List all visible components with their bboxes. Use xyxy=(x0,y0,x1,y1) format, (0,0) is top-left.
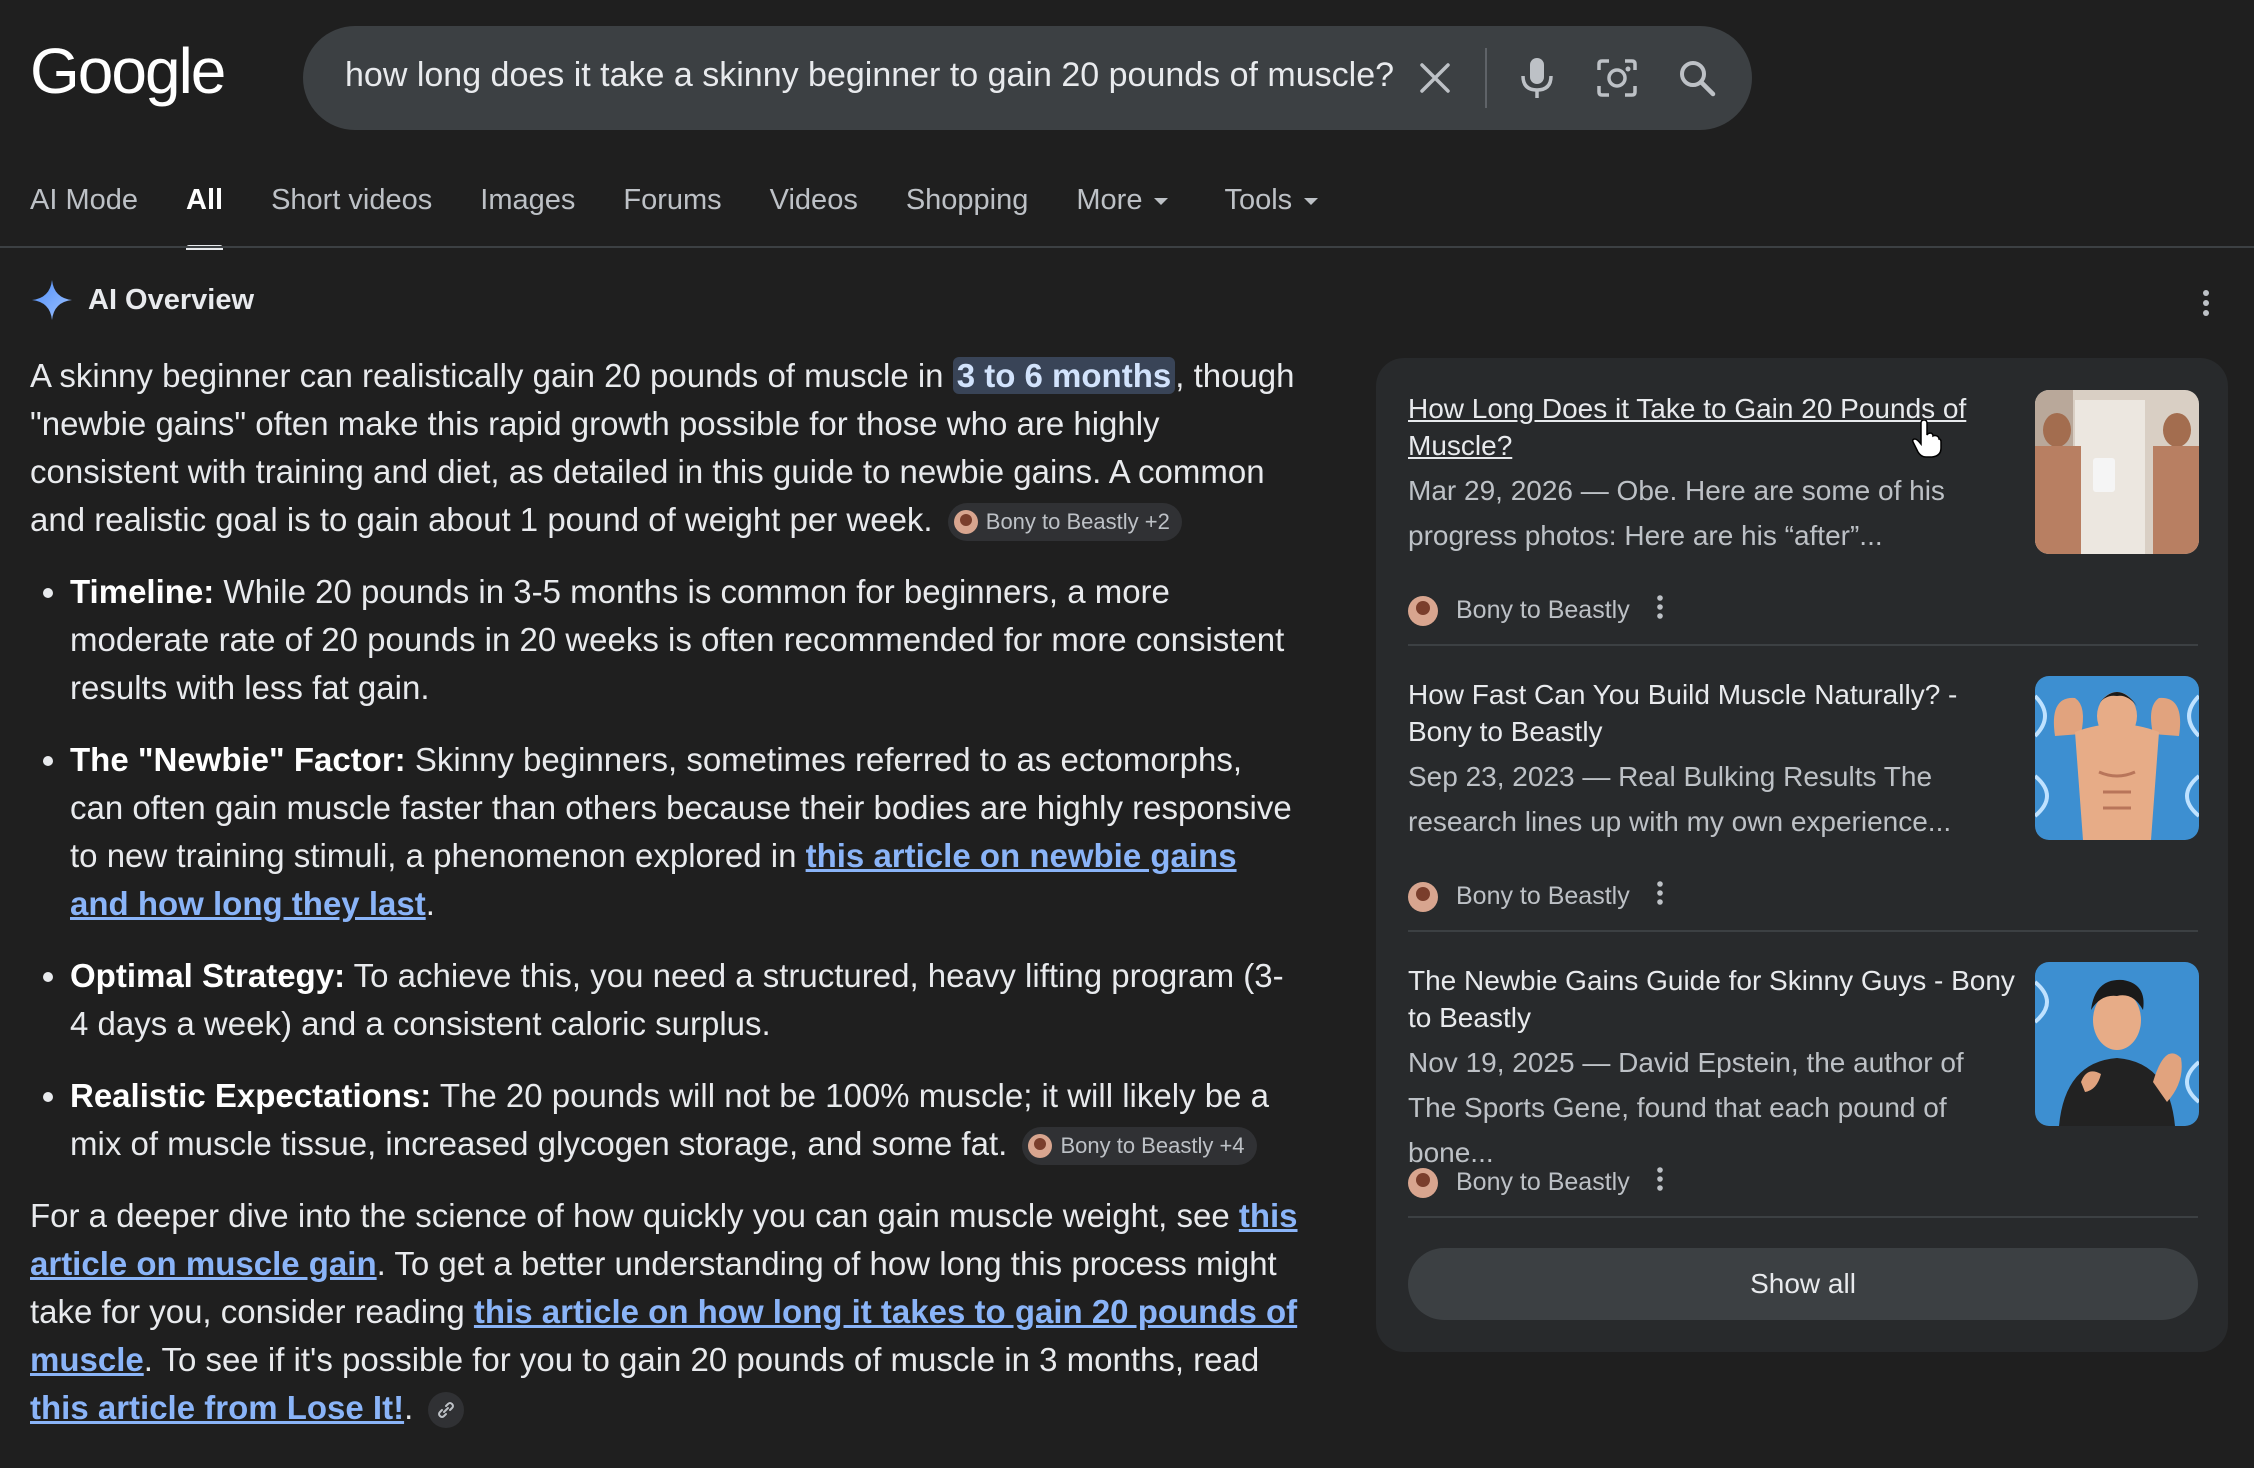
link-icon[interactable] xyxy=(428,1392,465,1429)
list-item: The "Newbie" Factor: Skinny beginners, s… xyxy=(70,736,1300,928)
more-options-icon[interactable] xyxy=(1656,594,1664,627)
source-thumbnail[interactable] xyxy=(2035,390,2199,554)
chevron-down-icon xyxy=(1304,198,1319,205)
tab-forums[interactable]: Forums xyxy=(623,184,721,248)
sources-panel: How Long Does it Take to Gain 20 Pounds … xyxy=(1376,358,2228,1352)
search-input[interactable]: how long does it take a skinny beginner … xyxy=(345,56,1394,95)
source-snippet: Sep 23, 2023 — Real Bulking Results The … xyxy=(1408,761,1952,837)
ai-overview-closing: For a deeper dive into the science of ho… xyxy=(30,1192,1300,1432)
ai-overview-title: AI Overview xyxy=(88,283,255,316)
list-item: Realistic Expectations: The 20 pounds wi… xyxy=(70,1072,1300,1168)
tab-tools[interactable]: Tools xyxy=(1224,184,1319,248)
source-snippet: Mar 29, 2026 — Obe. Here are some of his… xyxy=(1408,475,1945,551)
tab-images[interactable]: Images xyxy=(480,184,575,248)
search-tabs: AI Mode All Short videos Images Forums V… xyxy=(30,184,1366,250)
source-card[interactable]: How Fast Can You Build Muscle Naturally?… xyxy=(1408,676,2199,912)
ai-overview-intro: A skinny beginner can realistically gain… xyxy=(30,352,1300,544)
source-title[interactable]: How Fast Can You Build Muscle Naturally?… xyxy=(1408,676,2018,750)
source-thumbnail[interactable] xyxy=(2035,676,2199,840)
list-item: Optimal Strategy: To achieve this, you n… xyxy=(70,952,1300,1048)
tab-ai-mode[interactable]: AI Mode xyxy=(30,184,138,248)
search-icon[interactable] xyxy=(1671,52,1723,104)
divider xyxy=(1408,1216,2198,1218)
divider xyxy=(1408,644,2198,646)
tabs-divider xyxy=(0,246,2254,248)
more-options-icon[interactable] xyxy=(1656,1166,1664,1199)
lens-icon[interactable] xyxy=(1591,52,1643,104)
divider xyxy=(1408,930,2198,932)
more-options-icon[interactable] xyxy=(2200,288,2212,323)
lose-it-link[interactable]: this article from Lose It! xyxy=(30,1389,404,1426)
google-logo[interactable]: Google xyxy=(30,34,226,108)
source-chip[interactable]: Bony to Beastly +4 xyxy=(1022,1127,1257,1166)
highlighted-answer: 3 to 6 months xyxy=(952,357,1176,394)
tab-more[interactable]: More xyxy=(1076,184,1169,248)
source-thumbnail[interactable] xyxy=(2035,962,2199,1126)
list-item: Timeline: While 20 pounds in 3-5 months … xyxy=(70,568,1300,712)
source-site: Bony to Beastly xyxy=(1408,594,1664,627)
avatar xyxy=(1408,595,1438,626)
more-options-icon[interactable] xyxy=(1656,880,1664,913)
show-all-button[interactable]: Show all xyxy=(1408,1248,2198,1320)
chevron-down-icon xyxy=(1154,198,1169,205)
source-site: Bony to Beastly xyxy=(1408,1166,1664,1199)
source-site: Bony to Beastly xyxy=(1408,880,1664,913)
close-icon[interactable] xyxy=(1409,52,1461,104)
source-card[interactable]: How Long Does it Take to Gain 20 Pounds … xyxy=(1408,390,2199,626)
search-divider xyxy=(1485,48,1487,108)
tab-videos[interactable]: Videos xyxy=(770,184,858,248)
ai-overview-header: AI Overview xyxy=(30,278,254,322)
source-card[interactable]: The Newbie Gains Guide for Skinny Guys -… xyxy=(1408,962,2199,1198)
tab-all[interactable]: All xyxy=(186,184,224,250)
microphone-icon[interactable] xyxy=(1511,52,1563,104)
source-title[interactable]: The Newbie Gains Guide for Skinny Guys -… xyxy=(1408,962,2018,1036)
avatar xyxy=(1408,1167,1438,1198)
tab-shopping[interactable]: Shopping xyxy=(906,184,1029,248)
hand-cursor-icon xyxy=(1912,419,1942,463)
search-bar[interactable]: how long does it take a skinny beginner … xyxy=(303,26,1752,130)
tab-short-videos[interactable]: Short videos xyxy=(271,184,432,248)
ai-overview-bullets: Timeline: While 20 pounds in 3-5 months … xyxy=(30,568,1300,1168)
avatar xyxy=(1408,881,1438,912)
source-chip[interactable]: Bony to Beastly +2 xyxy=(947,503,1182,542)
source-snippet: Nov 19, 2025 — David Epstein, the author… xyxy=(1408,1047,1964,1168)
avatar xyxy=(953,510,978,535)
avatar xyxy=(1028,1134,1053,1159)
sparkle-icon xyxy=(32,280,72,320)
ai-overview-body: A skinny beginner can realistically gain… xyxy=(30,352,1300,1432)
